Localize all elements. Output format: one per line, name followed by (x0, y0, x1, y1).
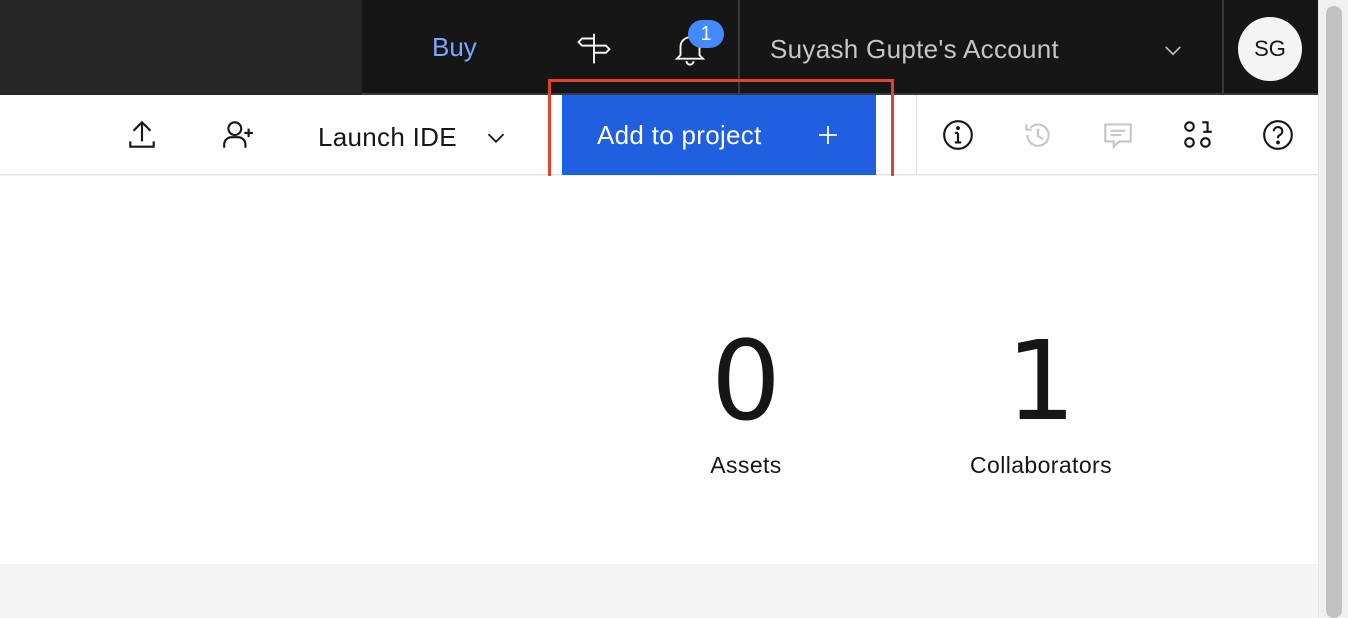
project-toolbar: Launch IDE Add to project (0, 95, 1318, 175)
notification-count-badge: 1 (688, 20, 724, 48)
buy-link[interactable]: Buy (432, 32, 477, 63)
plus-icon (819, 126, 837, 144)
account-switcher[interactable]: Suyash Gupte's Account (770, 34, 1059, 65)
project-overview: 0 Collaborators 1 (0, 176, 1318, 564)
collaborators-label: Collaborators (970, 452, 1112, 478)
toolbar-divider (916, 95, 917, 175)
comment-icon[interactable] (1098, 115, 1138, 155)
signpost-icon[interactable] (574, 28, 614, 68)
assets-count: 0 (711, 317, 781, 445)
information-icon[interactable] (938, 115, 978, 155)
help-icon[interactable] (1258, 115, 1298, 155)
header-divider (738, 0, 740, 95)
header-divider (1222, 0, 1224, 95)
collaborators-stat: 1 (946, 326, 1136, 436)
chevron-down-icon[interactable] (484, 126, 508, 150)
collaborators-count: 1 (1006, 317, 1076, 445)
scrollbar-thumb[interactable] (1326, 6, 1342, 618)
data-assets-icon[interactable] (1178, 115, 1218, 155)
add-to-project-button[interactable]: Add to project (562, 95, 876, 175)
chevron-down-icon[interactable] (1160, 38, 1186, 64)
add-to-project-label: Add to project (597, 119, 762, 150)
assets-label: Assets (710, 452, 782, 478)
assets-stat: 0 Collaborators (686, 326, 806, 436)
history-icon[interactable] (1018, 115, 1058, 155)
upload-icon[interactable] (122, 115, 162, 155)
add-collaborator-icon[interactable] (218, 115, 258, 155)
launch-ide-dropdown[interactable]: Launch IDE (318, 122, 457, 153)
user-avatar[interactable]: SG (1238, 17, 1302, 81)
